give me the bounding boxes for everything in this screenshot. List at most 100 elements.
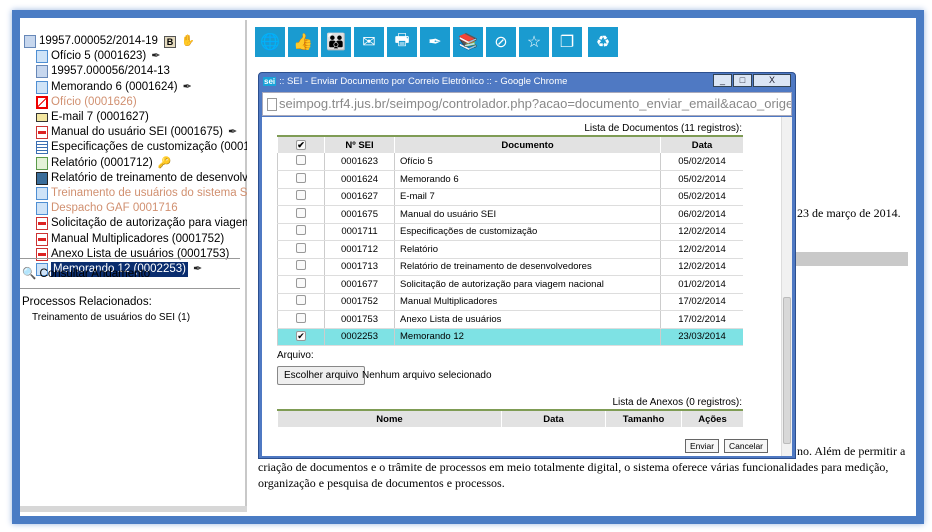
row-checkbox[interactable]	[296, 312, 306, 323]
new-doc-star-button[interactable]: ☆	[519, 27, 549, 57]
tree-item-label[interactable]: Relatório de treinamento de desenvolvedo…	[51, 171, 247, 186]
related-heading: Processos Relacionados:	[22, 296, 152, 308]
row-date: 01/02/2014	[660, 275, 743, 294]
table-row[interactable]: 0001713 Relatório de treinamento de dese…	[277, 258, 743, 276]
table-row[interactable]: 0001623 Ofício 5 05/02/2014	[277, 153, 743, 171]
table-row[interactable]: 0001675 Manual do usuário SEI 06/02/2014	[277, 205, 743, 224]
select-all-checkbox[interactable]: ✔	[296, 139, 306, 150]
printer-button[interactable]: 🖶	[387, 27, 417, 57]
row-checkbox[interactable]	[296, 295, 306, 306]
doc-text-line1: no. Além de permitir a	[797, 444, 906, 458]
email-dialog: sei :: SEI - Enviar Documento por Correi…	[258, 72, 796, 459]
tree-item[interactable]: Relatório (0001712) 🔑	[24, 156, 247, 171]
row-checkbox[interactable]	[296, 277, 306, 288]
tree-item-label[interactable]: Treinamento de usuários do sistema SEI	[51, 186, 247, 201]
tree-root[interactable]: 19957.000052/2014-19 B ✋	[24, 34, 247, 49]
table-row[interactable]: 0001624 Memorando 6 05/02/2014	[277, 170, 743, 189]
copy-button[interactable]: ❐	[552, 27, 582, 57]
cancelar-button[interactable]: Cancelar	[724, 439, 769, 453]
tree-item[interactable]: 19957.000056/2014-13	[24, 64, 247, 79]
tree-item-label[interactable]: Ofício 5 (0001623)	[51, 49, 146, 64]
col-header-anexo-data: Data	[501, 409, 606, 427]
tree-item[interactable]: Especificações de customização (0001711)	[24, 140, 247, 155]
tree-item[interactable]: Anexo Lista de usuários (0001753)	[24, 247, 247, 262]
pen-icon[interactable]: ✒	[183, 80, 192, 95]
table-row[interactable]: 0001711 Especificações de customização 1…	[277, 223, 743, 241]
row-number: 0002253	[324, 328, 395, 346]
recycle-button[interactable]: ♻	[588, 27, 618, 57]
tree-item[interactable]: Relatório de treinamento de desenvolvedo…	[24, 171, 247, 186]
table-row[interactable]: 0001752 Manual Multiplicadores 17/02/201…	[277, 293, 743, 311]
pen-icon[interactable]: ✒	[151, 49, 160, 64]
tree-item-label[interactable]: Solicitação de autorização para viagem n…	[51, 216, 247, 231]
row-number: 0001752	[324, 293, 395, 311]
row-checkbox[interactable]	[296, 155, 306, 165]
tree-item-label[interactable]: 19957.000056/2014-13	[51, 64, 170, 79]
scrollbar-thumb[interactable]	[783, 297, 791, 444]
row-checkbox[interactable]	[296, 225, 306, 236]
consultar-andamento-link[interactable]: 🔍 Consultar Andamento	[22, 266, 150, 280]
tree-item-label[interactable]: Despacho GAF 0001716	[51, 201, 178, 216]
tree-item[interactable]: Ofício (0001626)	[24, 95, 247, 110]
row-checkbox[interactable]	[296, 172, 306, 183]
row-checkbox[interactable]: ✔	[296, 331, 306, 342]
row-date: 12/02/2014	[660, 258, 743, 276]
tree-item[interactable]: Manual do usuário SEI (0001675) ✒	[24, 125, 247, 140]
b-badge-icon[interactable]: B	[163, 35, 176, 48]
table-row[interactable]: 0001627 E-mail 7 05/02/2014	[277, 188, 743, 206]
thumbs-up-button[interactable]: 👍	[288, 27, 318, 57]
choose-file-button[interactable]: Escolher arquivo	[277, 366, 366, 385]
tree-item-label[interactable]: Manual do usuário SEI (0001675)	[51, 125, 223, 140]
tree-item[interactable]: E-mail 7 (0001627)	[24, 110, 247, 125]
tree-item-label[interactable]: Relatório (0001712)	[51, 156, 153, 171]
email-button[interactable]: ✉	[354, 27, 384, 57]
cancel-button[interactable]: ⊘	[486, 27, 516, 57]
row-checkbox[interactable]	[296, 260, 306, 271]
tree-item-label[interactable]: Anexo Lista de usuários (0001753)	[51, 247, 229, 262]
tree-item-label[interactable]: Memorando 6 (0001624)	[51, 80, 178, 95]
tree-item[interactable]: Memorando 6 (0001624) ✒	[24, 80, 247, 95]
related-process-link[interactable]: Treinamento de usuários do SEI (1)	[32, 312, 190, 323]
tree-item[interactable]: Despacho GAF 0001716	[24, 201, 247, 216]
tree-root-label[interactable]: 19957.000052/2014-19	[39, 34, 158, 49]
tree-item-label[interactable]: Ofício (0001626)	[51, 95, 137, 110]
url-bar[interactable]: seimpog.trf4.jus.br/seimpog/controlador.…	[262, 92, 792, 116]
key-icon[interactable]: 🔑	[158, 156, 172, 171]
pdf-document-icon	[36, 232, 48, 246]
maximize-button[interactable]: □	[733, 74, 752, 87]
minimize-button[interactable]: _	[713, 74, 732, 87]
tree-item[interactable]: Ofício 5 (0001623) ✒	[24, 49, 247, 64]
table-row[interactable]: 0001712 Relatório 12/02/2014	[277, 240, 743, 259]
table-row[interactable]: ✔ 0002253 Memorando 12 23/03/2014	[277, 328, 743, 346]
close-button[interactable]: X	[753, 74, 791, 87]
row-document: Relatório	[394, 240, 661, 259]
row-document: Solicitação de autorização para viagem n…	[394, 275, 661, 294]
books-button[interactable]: 📚	[453, 27, 483, 57]
dialog-content: Lista de Documentos (11 registros): ✔ Nº…	[262, 117, 792, 456]
people-button[interactable]: 👪	[321, 27, 351, 57]
row-checkbox[interactable]	[296, 242, 306, 253]
row-checkbox[interactable]	[296, 190, 306, 201]
tree-item-label[interactable]: Especificações de customização (0001711)	[51, 140, 247, 155]
books-icon: 📚	[458, 34, 478, 51]
hand-icon[interactable]: ✋	[181, 34, 195, 49]
left-scrollbar[interactable]	[20, 506, 247, 512]
enviar-button[interactable]: Enviar	[685, 439, 720, 453]
tree-item-label[interactable]: E-mail 7 (0001627)	[51, 110, 149, 125]
pen-icon[interactable]: ✒	[228, 125, 237, 140]
zip-document-icon	[36, 171, 48, 185]
sign-button[interactable]: ✒	[420, 27, 450, 57]
pen-icon[interactable]: ✒	[193, 262, 202, 277]
table-row[interactable]: 0001753 Anexo Lista de usuários 17/02/20…	[277, 310, 743, 329]
consultar-label[interactable]: Consultar Andamento	[40, 268, 151, 280]
dialog-scrollbar[interactable]	[781, 117, 792, 456]
globe-button[interactable]: 🌐	[255, 27, 285, 57]
tree-item[interactable]: Solicitação de autorização para viagem n…	[24, 216, 247, 231]
tree-item[interactable]: Treinamento de usuários do sistema SEI	[24, 186, 247, 201]
table-row[interactable]: 0001677 Solicitação de autorização para …	[277, 275, 743, 294]
tree-item[interactable]: Manual Multiplicadores (0001752)	[24, 231, 247, 246]
row-checkbox[interactable]	[296, 207, 306, 218]
pdf-document-icon	[36, 126, 48, 140]
col-header-nome: Nome	[277, 409, 502, 427]
tree-item-label[interactable]: Manual Multiplicadores (0001752)	[51, 232, 224, 247]
